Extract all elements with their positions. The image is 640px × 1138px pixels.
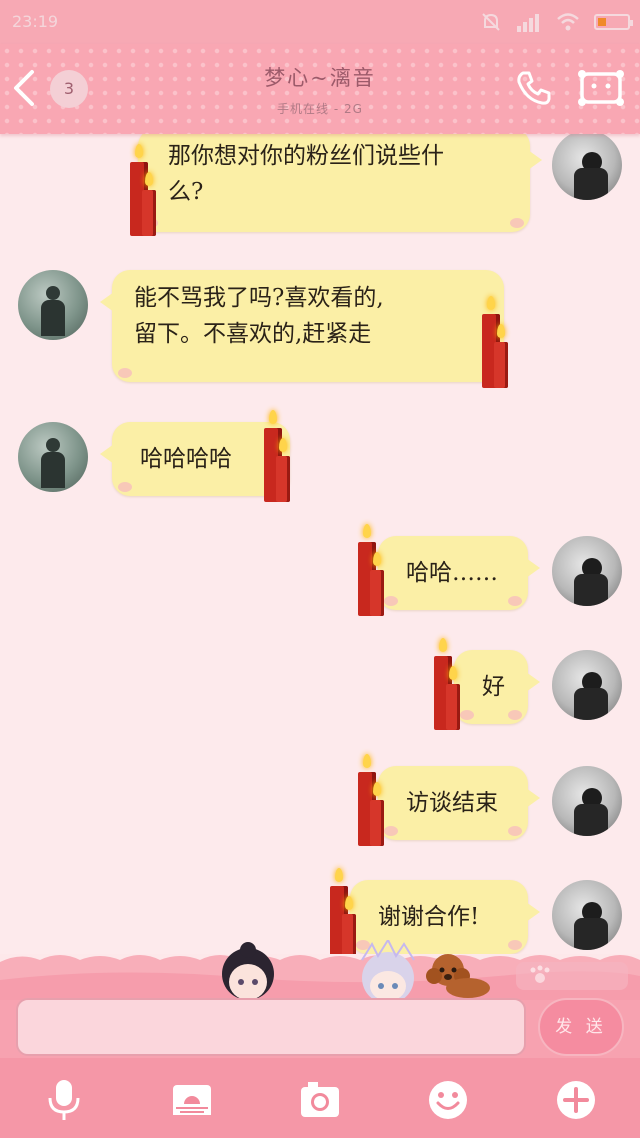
candle-short <box>446 684 460 730</box>
contact-avatar[interactable] <box>18 270 88 340</box>
profile-card-icon <box>578 70 624 106</box>
candle-icon <box>432 634 466 730</box>
contact-avatar[interactable] <box>18 422 88 492</box>
flame-icon <box>269 410 277 424</box>
candle-short <box>142 190 156 236</box>
message-text-line: 访谈结束 <box>406 790 498 816</box>
message-text-line: 哈哈…… <box>406 560 498 586</box>
battery-icon <box>594 14 633 30</box>
emoji-icon[interactable] <box>426 1078 470 1122</box>
bubble-corner-ornament <box>510 218 524 228</box>
flame-icon <box>373 552 381 566</box>
flame-icon <box>145 172 153 186</box>
bubble-corner-ornament <box>118 368 132 378</box>
status-time: 23:19 <box>12 12 59 31</box>
message-text-line: 么? <box>168 179 204 205</box>
flame-icon <box>363 754 371 768</box>
flame-icon <box>335 868 343 882</box>
message-input[interactable] <box>16 998 526 1056</box>
flame-icon <box>373 782 381 796</box>
camera-icon[interactable] <box>298 1078 342 1122</box>
flame-icon <box>345 896 353 910</box>
candle-short <box>370 570 384 616</box>
bubble-corner-ornament <box>118 482 132 492</box>
flame-icon <box>497 324 505 338</box>
candle-icon <box>356 520 390 616</box>
message-list[interactable]: 那你想对你的粉丝们说些什 么? 能不骂我了吗?喜欢看的, 留下。不喜欢的,赶紧走哈哈哈… <box>0 134 640 954</box>
wifi-icon <box>557 13 579 31</box>
cartoon-decoration <box>0 940 640 1000</box>
candle-icon <box>480 292 514 388</box>
received-message-bubble[interactable]: 能不骂我了吗?喜欢看的, 留下。不喜欢的,赶紧走 <box>100 270 504 382</box>
bubble-corner-ornament <box>508 596 522 606</box>
candle-icon <box>262 406 296 502</box>
my-avatar[interactable] <box>552 536 622 606</box>
girl-dark-hair-icon <box>222 942 274 1000</box>
my-avatar[interactable] <box>552 650 622 720</box>
mute-icon <box>482 13 500 31</box>
flame-icon <box>363 524 371 538</box>
candle-short <box>276 456 290 502</box>
bubble-corner-ornament <box>508 710 522 720</box>
call-button[interactable] <box>514 68 554 108</box>
plus-icon[interactable] <box>554 1078 598 1122</box>
message-text-line: 哈哈哈哈 <box>140 446 232 472</box>
profile-button[interactable] <box>578 68 624 108</box>
flame-icon <box>279 438 287 452</box>
status-bar: 23:19 <box>0 0 640 44</box>
flame-icon <box>487 296 495 310</box>
avatar-body <box>574 688 608 720</box>
message-text-line: 好 <box>482 674 505 700</box>
my-avatar[interactable] <box>552 134 622 200</box>
message-text-line: 那你想对你的粉丝们说些什 <box>168 143 444 169</box>
avatar-body <box>574 804 608 836</box>
girl-silver-hair-icon <box>361 940 415 1000</box>
phone-icon <box>517 71 551 105</box>
chat-header: 3 梦心~漓音 手机在线 - 2G <box>0 44 640 134</box>
microphone-icon[interactable] <box>42 1078 86 1122</box>
flame-icon <box>449 666 457 680</box>
avatar-body <box>41 452 65 488</box>
avatar-body <box>574 168 608 200</box>
image-icon[interactable] <box>170 1078 214 1122</box>
sent-message-bubble[interactable]: 访谈结束 <box>378 766 540 840</box>
candle-short <box>494 342 508 388</box>
candle-icon <box>128 140 162 236</box>
avatar-head <box>46 438 60 452</box>
message-text-line: 谢谢合作! <box>378 904 480 930</box>
message-text-line: 能不骂我了吗?喜欢看的, <box>134 285 384 311</box>
flame-icon <box>135 144 143 158</box>
avatar-body <box>574 574 608 606</box>
my-avatar[interactable] <box>552 766 622 836</box>
sent-message-bubble[interactable]: 哈哈…… <box>378 536 540 610</box>
send-button[interactable]: 发 送 <box>538 998 624 1056</box>
message-text-line: 留下。不喜欢的,赶紧走 <box>134 321 372 347</box>
avatar-head <box>46 286 60 300</box>
signal-icon <box>517 14 539 32</box>
candle-short <box>370 800 384 846</box>
sent-message-bubble[interactable]: 那你想对你的粉丝们说些什 么? <box>138 134 542 232</box>
bubble-corner-ornament <box>508 826 522 836</box>
flame-icon <box>439 638 447 652</box>
avatar-body <box>41 300 65 336</box>
paw-icon <box>516 962 628 990</box>
candle-icon <box>356 750 390 846</box>
